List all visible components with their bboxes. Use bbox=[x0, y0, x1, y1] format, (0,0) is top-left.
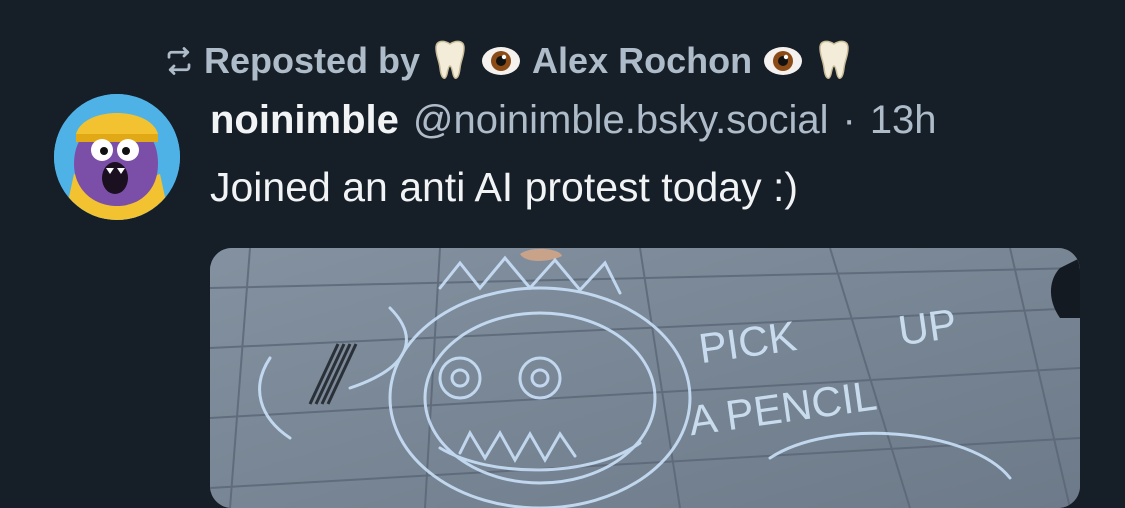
chalk-text-up: UP bbox=[895, 300, 959, 355]
eye-icon bbox=[762, 43, 804, 79]
tooth-icon bbox=[430, 38, 470, 84]
eye-icon bbox=[480, 43, 522, 79]
reposter-name[interactable]: Alex Rochon bbox=[532, 40, 752, 82]
post-image[interactable]: PICK UP A PENCIL bbox=[210, 248, 1080, 508]
display-name[interactable]: noinimble bbox=[210, 98, 399, 143]
repost-indicator[interactable]: Reposted by Alex Rochon bbox=[164, 36, 854, 86]
tooth-icon bbox=[814, 38, 854, 84]
separator: · bbox=[842, 98, 856, 142]
post-timestamp[interactable]: 13h bbox=[870, 98, 937, 143]
post-header: noinimble @noinimble.bsky.social · 13h bbox=[210, 98, 937, 154]
avatar[interactable] bbox=[54, 94, 180, 220]
repost-label: Reposted by bbox=[204, 40, 421, 81]
post-text: Joined an anti AI protest today :) bbox=[210, 164, 799, 210]
repost-icon bbox=[164, 46, 194, 76]
user-handle[interactable]: @noinimble.bsky.social bbox=[413, 98, 829, 143]
